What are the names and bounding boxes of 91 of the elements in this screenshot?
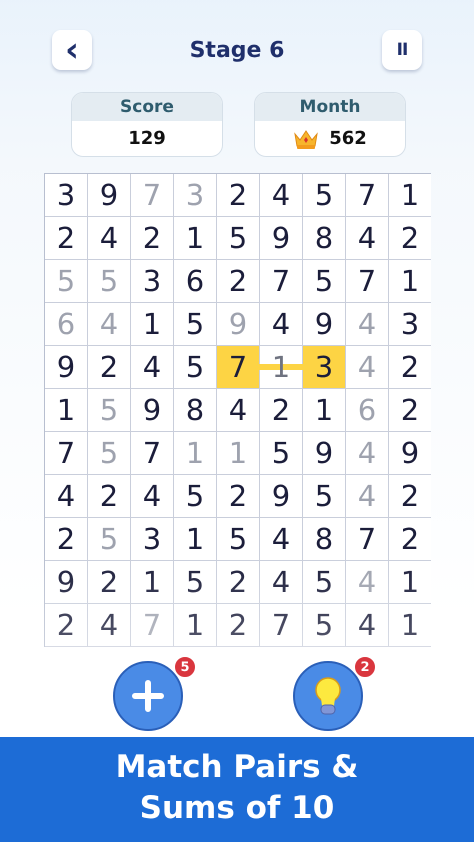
number-cell[interactable]: 2 (389, 518, 431, 561)
number-cell[interactable]: 5 (303, 604, 346, 647)
number-cell[interactable]: 9 (260, 475, 303, 518)
number-cell[interactable]: 9 (260, 217, 303, 260)
number-cell[interactable]: 4 (217, 389, 260, 432)
number-cell[interactable]: 4 (260, 561, 303, 604)
number-cell[interactable]: 8 (303, 217, 346, 260)
number-cell[interactable]: 3 (131, 260, 174, 303)
number-cell[interactable]: 2 (217, 561, 260, 604)
number-cell[interactable]: 4 (260, 174, 303, 217)
number-cell[interactable]: 2 (389, 217, 431, 260)
number-cell[interactable]: 4 (260, 518, 303, 561)
number-cell[interactable]: 2 (88, 475, 131, 518)
number-cell[interactable]: 5 (303, 174, 346, 217)
number-cell[interactable]: 5 (303, 475, 346, 518)
number-cell[interactable]: 7 (131, 432, 174, 475)
number-cell[interactable]: 6 (174, 260, 217, 303)
number-cell[interactable]: 9 (131, 389, 174, 432)
number-cell[interactable]: 7 (260, 260, 303, 303)
number-cell[interactable]: 8 (174, 389, 217, 432)
number-cell[interactable]: 2 (260, 389, 303, 432)
number-cell[interactable]: 3 (45, 174, 88, 217)
number-cell[interactable]: 2 (389, 475, 431, 518)
number-cell[interactable]: 4 (131, 346, 174, 389)
number-cell[interactable]: 7 (346, 260, 389, 303)
number-cell[interactable]: 1 (131, 561, 174, 604)
number-cell[interactable]: 5 (217, 217, 260, 260)
number-cell[interactable]: 5 (174, 303, 217, 346)
number-cell[interactable]: 1 (45, 389, 88, 432)
number-cell[interactable]: 5 (174, 475, 217, 518)
stat-label: Score (72, 93, 222, 121)
count-badge: 2 (353, 655, 377, 679)
number-cell[interactable]: 2 (217, 604, 260, 647)
number-cell[interactable]: 2 (389, 389, 431, 432)
number-cell[interactable]: 2 (131, 217, 174, 260)
count-badge: 5 (173, 655, 197, 679)
number-cell[interactable]: 1 (389, 561, 431, 604)
lightbulb-icon (313, 676, 343, 716)
number-cell[interactable]: 7 (45, 432, 88, 475)
stage-title: Stage 6 (190, 38, 284, 62)
number-cell[interactable]: 1 (174, 518, 217, 561)
stat-value: 129 (128, 128, 166, 149)
number-cell[interactable]: 1 (174, 604, 217, 647)
number-cell[interactable]: 1 (174, 217, 217, 260)
number-cell[interactable]: 1 (389, 604, 431, 647)
number-cell[interactable]: 7 (260, 604, 303, 647)
number-cell[interactable]: 4 (260, 303, 303, 346)
crown-icon (293, 128, 320, 150)
number-cell[interactable]: 4 (88, 217, 131, 260)
stat-label: Month (255, 93, 405, 121)
number-cell[interactable]: 7 (346, 518, 389, 561)
number-cell[interactable]: 7 (346, 174, 389, 217)
number-cell[interactable]: 2 (45, 518, 88, 561)
stat-value: 562 (329, 128, 367, 149)
number-cell[interactable]: 5 (303, 561, 346, 604)
number-cell[interactable]: 2 (217, 260, 260, 303)
number-cell[interactable]: 4 (346, 217, 389, 260)
selected-number-cell[interactable]: 3 (303, 346, 346, 389)
number-cell[interactable]: 1 (389, 174, 431, 217)
number-cell[interactable]: 2 (389, 346, 431, 389)
number-cell[interactable]: 1 (389, 260, 431, 303)
number-cell[interactable]: 2 (88, 561, 131, 604)
number-cell[interactable]: 8 (303, 518, 346, 561)
number-cell[interactable]: 9 (45, 346, 88, 389)
pause-button[interactable]: II (382, 30, 422, 70)
number-cell[interactable]: 2 (88, 346, 131, 389)
back-button[interactable]: ‹ (52, 30, 92, 70)
number-cell[interactable]: 9 (389, 432, 431, 475)
number-cell[interactable]: 4 (346, 604, 389, 647)
number-cell[interactable]: 5 (260, 432, 303, 475)
number-cell[interactable]: 9 (88, 174, 131, 217)
number-cell[interactable]: 2 (217, 174, 260, 217)
number-cell[interactable]: 9 (303, 432, 346, 475)
number-cell[interactable]: 1 (131, 303, 174, 346)
plus-icon (131, 679, 165, 713)
number-cell[interactable]: 4 (88, 604, 131, 647)
number-cell[interactable]: 2 (45, 217, 88, 260)
number-cell[interactable]: 3 (389, 303, 431, 346)
banner-text: Sums of 10 (140, 788, 334, 828)
number-cell[interactable]: 2 (45, 604, 88, 647)
number-cell[interactable]: 4 (131, 475, 174, 518)
number-cell[interactable]: 2 (217, 475, 260, 518)
number-cell[interactable]: 5 (174, 561, 217, 604)
banner-text: Match Pairs & (116, 748, 358, 786)
number-cell[interactable]: 5 (217, 518, 260, 561)
number-cell[interactable]: 5 (303, 260, 346, 303)
selected-number-cell[interactable]: 7 (217, 346, 260, 389)
number-cell[interactable]: 1 (303, 389, 346, 432)
number-cell[interactable]: 3 (131, 518, 174, 561)
number-cell[interactable]: 9 (45, 561, 88, 604)
number-cell[interactable]: 4 (45, 475, 88, 518)
